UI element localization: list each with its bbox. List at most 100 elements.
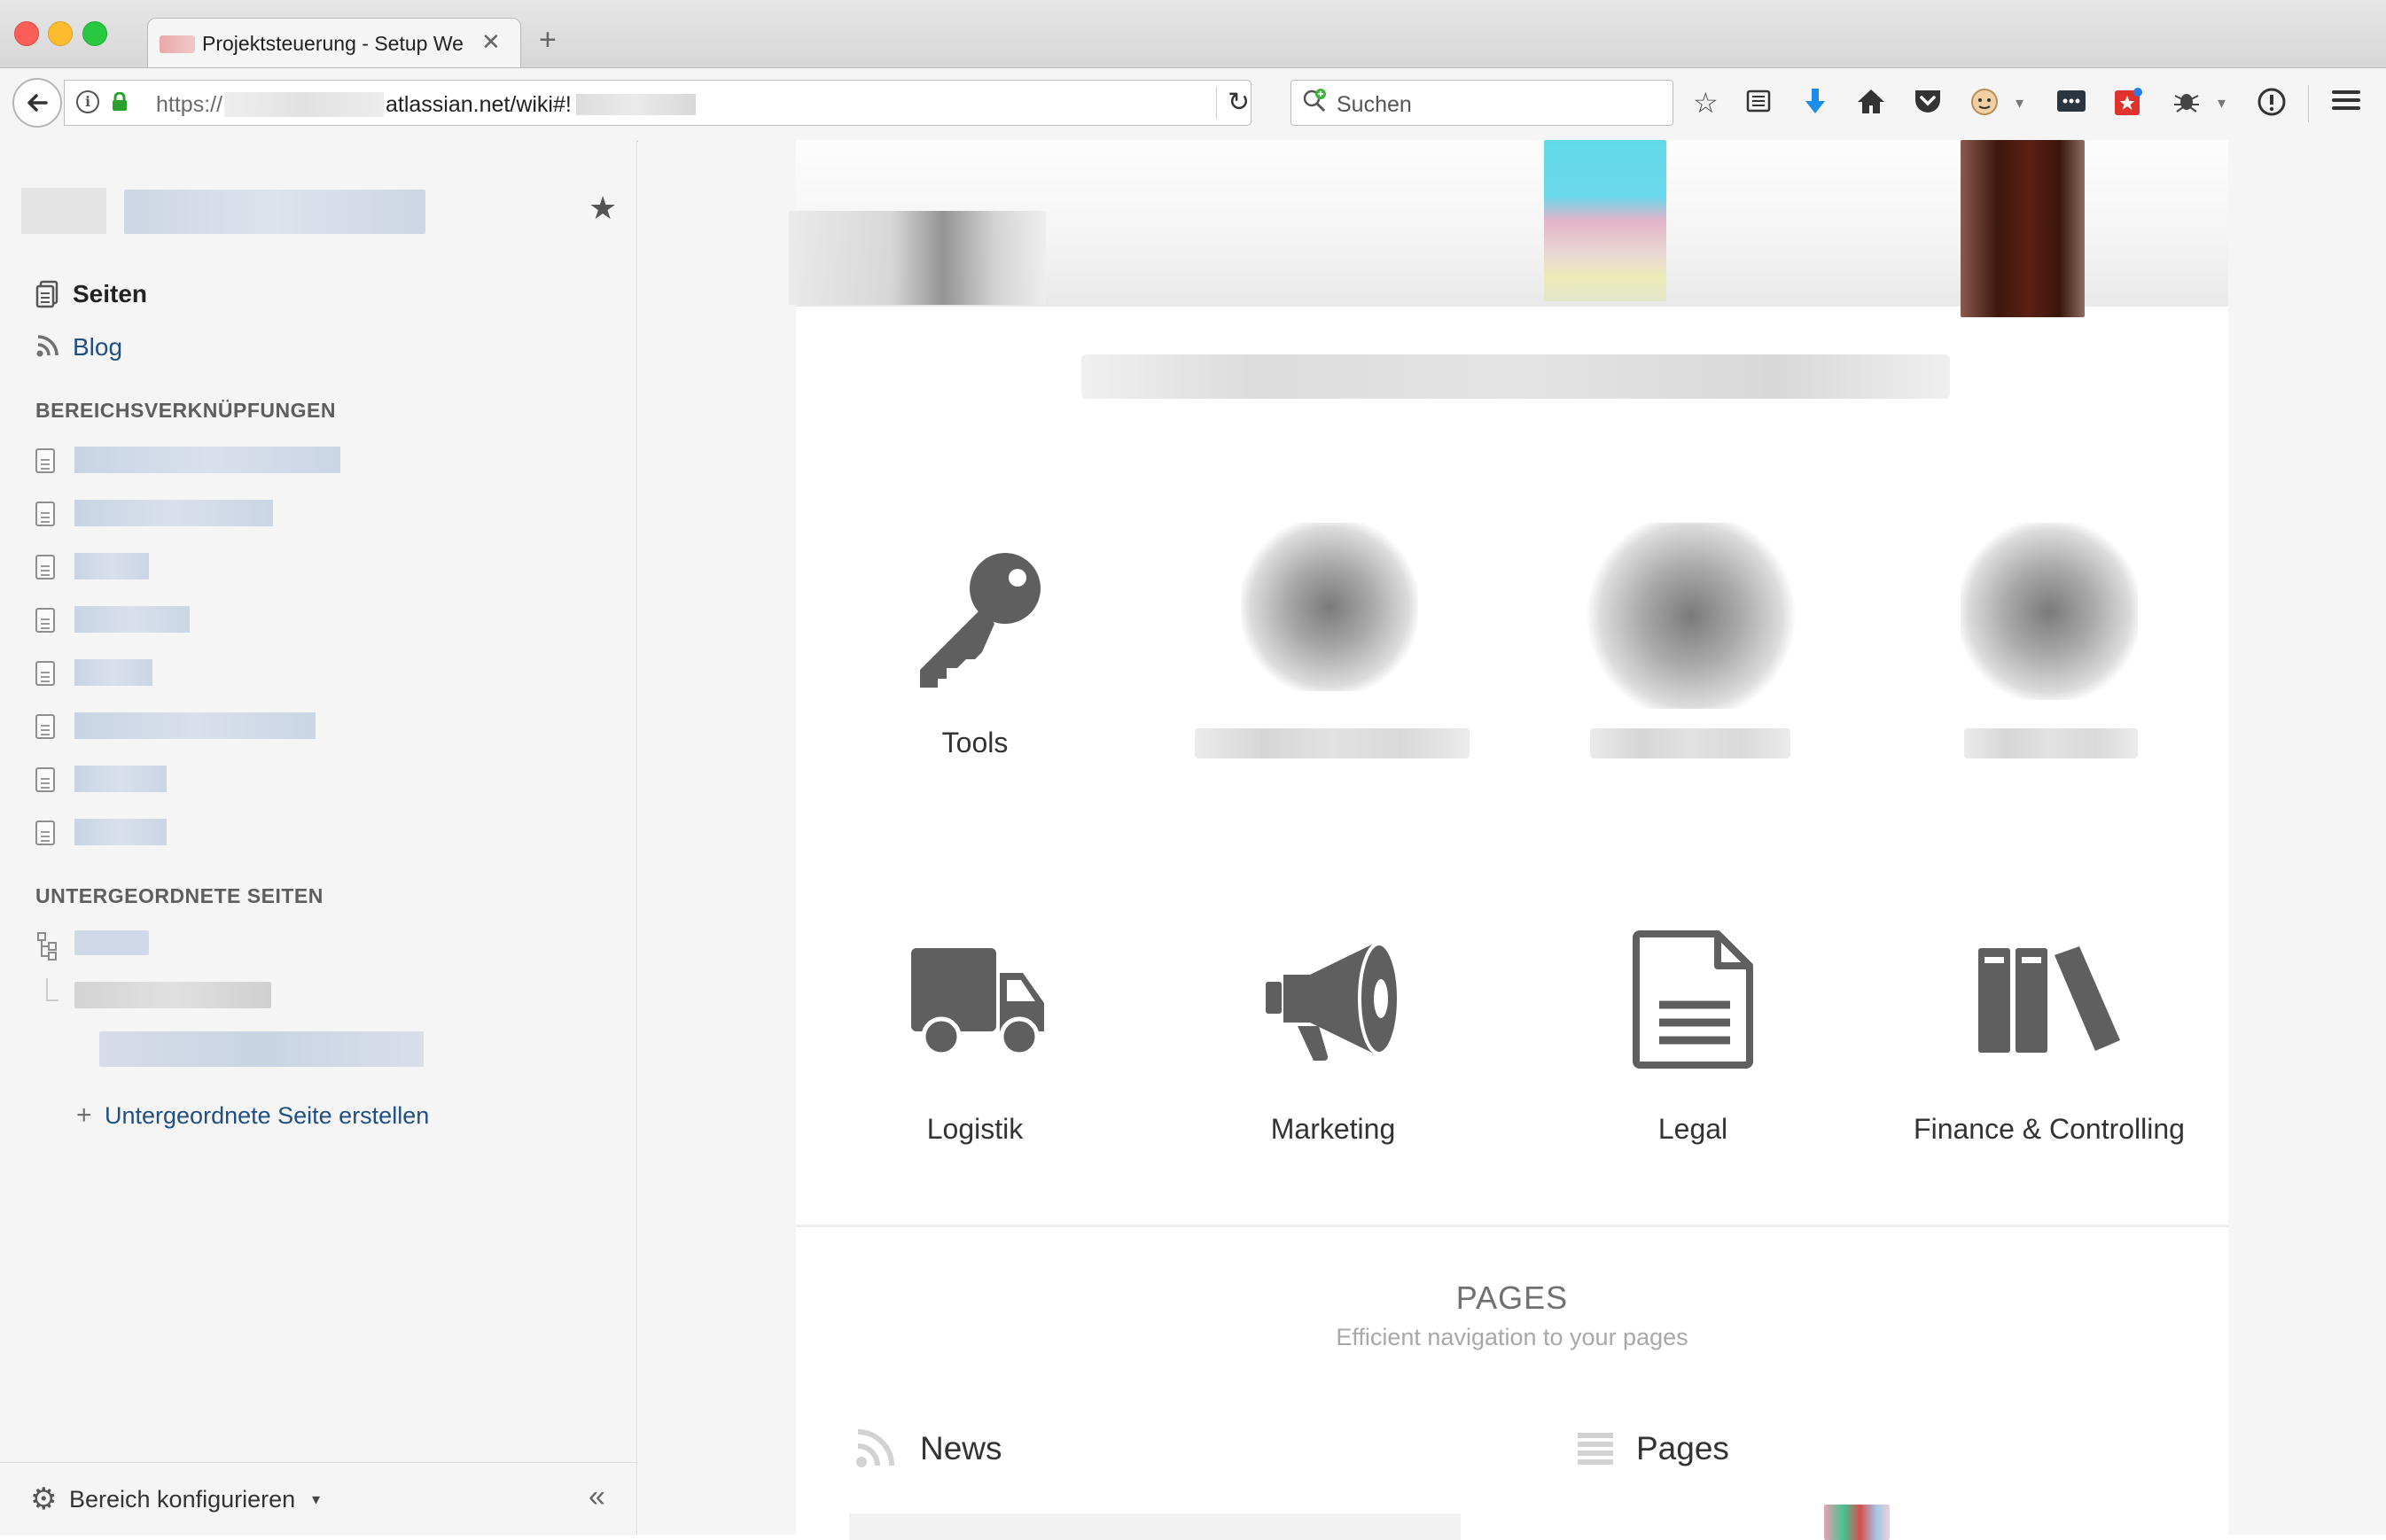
space-link-redacted xyxy=(74,447,340,473)
sidebar-item-label: Seiten xyxy=(73,280,148,307)
new-tab-button[interactable]: + xyxy=(539,25,557,55)
tile-marketing[interactable]: Marketing xyxy=(1191,930,1475,1161)
sidebar-item-label: Blog xyxy=(73,333,123,361)
url-redacted-path xyxy=(576,94,696,115)
child-page-redacted[interactable] xyxy=(74,930,149,955)
url-host: atlassian.net/wiki#! xyxy=(386,92,572,117)
chevron-down-icon[interactable]: ▾ xyxy=(312,1490,320,1509)
space-link-redacted xyxy=(74,819,167,845)
space-link-redacted xyxy=(74,500,273,526)
bookmark-star-icon[interactable]: ☆ xyxy=(1693,87,1719,119)
create-child-page-link[interactable]: Untergeordnete Seite erstellen xyxy=(105,1102,429,1130)
tile-label: Tools xyxy=(941,727,1009,758)
news-heading[interactable]: News xyxy=(920,1430,1002,1467)
books-icon xyxy=(1978,946,2120,1053)
tile-label: Legal xyxy=(1657,1113,1728,1145)
tile-icon-redacted xyxy=(1587,523,1796,709)
tab-favicon xyxy=(160,35,195,53)
avatar-extension-icon[interactable] xyxy=(1969,87,2000,123)
child-page-redacted[interactable] xyxy=(99,1031,424,1067)
pocket-icon[interactable] xyxy=(1913,87,1943,121)
sidebar-item-blog[interactable]: Blog xyxy=(35,333,122,362)
gear-icon[interactable]: ⚙ xyxy=(30,1482,57,1517)
tab-close-icon[interactable]: ✕ xyxy=(481,28,501,56)
chevron-down-icon[interactable]: ▾ xyxy=(2016,87,2023,119)
tile-label: Marketing xyxy=(1270,1113,1396,1145)
search-icon xyxy=(1301,87,1329,121)
banner-image-redacted xyxy=(1544,140,1666,301)
tree-connector xyxy=(46,978,58,1001)
menu-icon[interactable] xyxy=(2331,87,2361,120)
back-button[interactable] xyxy=(12,78,62,128)
reading-list-icon[interactable] xyxy=(1744,87,1773,121)
page-icon xyxy=(35,502,55,526)
tile-label: Finance & Controlling xyxy=(1914,1113,2185,1145)
tile-icon-redacted xyxy=(1961,523,2138,700)
search-placeholder: Suchen xyxy=(1337,92,1412,117)
back-arrow-icon xyxy=(27,94,48,112)
rss-icon xyxy=(35,333,60,362)
pages-section-subtitle: Efficient navigation to your pages xyxy=(1336,1324,1688,1350)
pages-icon xyxy=(35,280,60,308)
page-icon xyxy=(35,767,55,792)
tile-logistik[interactable]: Logistik xyxy=(833,930,1117,1161)
pages-avatar-redacted xyxy=(1824,1505,1890,1540)
list-icon xyxy=(1578,1433,1613,1465)
document-icon xyxy=(1633,930,1753,1069)
space-link-redacted xyxy=(74,659,152,686)
key-icon xyxy=(920,553,1041,688)
info-extension-icon[interactable] xyxy=(2257,87,2287,123)
space-link-redacted xyxy=(74,766,167,792)
space-link-redacted xyxy=(74,606,190,633)
plus-icon: + xyxy=(76,1101,92,1130)
tile-tools[interactable]: Tools xyxy=(833,532,1117,780)
space-link-redacted xyxy=(74,712,316,739)
page-icon xyxy=(35,714,55,739)
pages-heading[interactable]: Pages xyxy=(1636,1430,1729,1467)
favourite-star-icon[interactable]: ★ xyxy=(589,190,617,227)
section-divider xyxy=(796,1225,2228,1227)
child-pages-heading: UNTERGEORDNETE SEITEN xyxy=(35,884,324,907)
tile-redacted[interactable] xyxy=(1907,523,2191,780)
pages-section-title: PAGES xyxy=(1455,1279,1569,1316)
rss-icon xyxy=(856,1429,894,1467)
child-page-redacted[interactable] xyxy=(74,982,271,1008)
url-divider xyxy=(1216,87,1217,119)
space-logo[interactable] xyxy=(21,188,106,234)
banner-logo-redacted xyxy=(789,211,1046,305)
tile-redacted[interactable] xyxy=(1188,523,1471,780)
truck-icon xyxy=(911,948,1044,1057)
tile-label-redacted xyxy=(1590,728,1790,758)
tile-legal[interactable]: Legal xyxy=(1551,930,1835,1161)
tile-icon-redacted xyxy=(1241,523,1418,691)
close-window-button[interactable] xyxy=(14,21,39,46)
configure-space-button[interactable]: Bereich konfigurieren xyxy=(69,1486,295,1513)
page-icon xyxy=(35,661,55,686)
zoom-window-button[interactable] xyxy=(82,21,107,46)
password-manager-icon[interactable] xyxy=(2056,87,2086,121)
downloads-icon[interactable] xyxy=(1801,87,1829,123)
sidebar-item-pages[interactable]: Seiten xyxy=(35,280,147,308)
space-links-heading: BEREICHSVERKNÜPFUNGEN xyxy=(35,399,336,422)
tile-label-redacted xyxy=(1964,728,2138,758)
tile-label-redacted xyxy=(1195,728,1470,758)
minimize-window-button[interactable] xyxy=(48,21,73,46)
space-link-redacted xyxy=(74,553,149,579)
site-info-icon[interactable]: i xyxy=(76,90,99,113)
megaphone-icon xyxy=(1266,942,1400,1062)
lock-icon[interactable] xyxy=(110,92,129,112)
tile-redacted[interactable] xyxy=(1549,523,1833,780)
chevron-down-icon[interactable]: ▾ xyxy=(2218,87,2226,119)
tab-title: Projektsteuerung - Setup We xyxy=(202,32,464,55)
tile-finance-controlling[interactable]: Finance & Controlling xyxy=(1907,930,2191,1161)
banner-image-redacted xyxy=(1961,140,2085,317)
bug-extension-icon[interactable] xyxy=(2172,87,2202,121)
red-extension-icon[interactable] xyxy=(2113,87,2143,123)
reload-icon[interactable]: ↻ xyxy=(1228,87,1250,118)
space-name-redacted[interactable] xyxy=(124,190,425,234)
banner-subtitle-redacted xyxy=(1081,354,1950,399)
page-icon xyxy=(35,821,55,845)
tile-label: Logistik xyxy=(926,1113,1024,1145)
home-icon[interactable] xyxy=(1856,87,1886,121)
collapse-sidebar-button[interactable]: « xyxy=(589,1480,605,1514)
